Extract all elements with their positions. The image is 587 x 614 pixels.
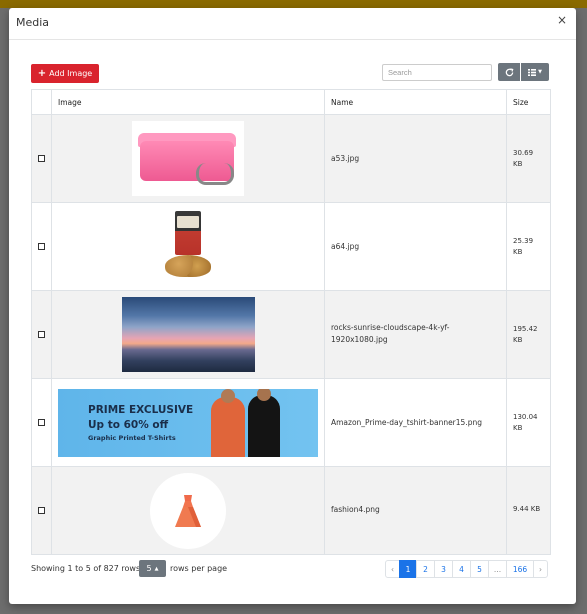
file-size: 30.69 KB <box>513 149 534 168</box>
header-name[interactable]: Name <box>324 90 506 114</box>
thumbnail-pink-case[interactable] <box>132 121 244 196</box>
page-166-button[interactable]: 166 <box>506 560 534 578</box>
file-size: 9.44 KB <box>513 505 541 513</box>
refresh-icon <box>505 67 513 76</box>
file-size: 195.42 KB <box>513 325 538 344</box>
rows-per-page-label: rows per page <box>170 564 228 573</box>
close-icon[interactable]: × <box>557 13 567 27</box>
header-image[interactable]: Image <box>51 90 324 114</box>
banner-line2: Up to 60% off <box>88 419 169 431</box>
image-cell <box>51 203 324 290</box>
pagination: ‹ 1 2 3 4 5 ... 166 › <box>385 560 548 578</box>
file-size: 130.04 KB <box>513 413 538 432</box>
caret-up-icon: ▲ <box>154 565 159 572</box>
prev-page-button[interactable]: ‹ <box>385 560 400 578</box>
file-size: 25.39 KB <box>513 237 534 256</box>
banner-line1: PRIME EXCLUSIVE <box>88 404 194 416</box>
row-checkbox[interactable] <box>38 507 45 514</box>
row-checkbox[interactable] <box>38 155 45 162</box>
media-table: Image Name Size a53.jpg 30.69 KB a64.jpg… <box>31 89 551 555</box>
page-ellipsis: ... <box>488 560 507 578</box>
chevron-down-icon: ▼ <box>538 69 542 75</box>
rows-per-page-dropdown[interactable]: 5 ▲ <box>139 560 166 577</box>
add-image-button[interactable]: + Add Image <box>31 64 99 83</box>
row-checkbox[interactable] <box>38 419 45 426</box>
media-modal: Media × + Add Image ▼ Image Name Size <box>9 8 576 604</box>
plus-icon: + <box>37 68 47 79</box>
pagination-info: Showing 1 to 5 of 827 rows <box>31 564 141 573</box>
columns-toggle-button[interactable]: ▼ <box>521 63 549 81</box>
thumbnail-sunrise[interactable] <box>122 297 255 372</box>
table-header-row: Image Name Size <box>32 90 550 115</box>
image-cell: PRIME EXCLUSIVE Up to 60% off Graphic Pr… <box>51 379 324 466</box>
next-page-button[interactable]: › <box>533 560 548 578</box>
page-4-button[interactable]: 4 <box>452 560 471 578</box>
refresh-button[interactable] <box>498 63 520 81</box>
modal-title: Media <box>16 16 50 29</box>
add-image-label: Add Image <box>49 69 93 78</box>
page-5-button[interactable]: 5 <box>470 560 489 578</box>
page-1-button[interactable]: 1 <box>399 560 417 578</box>
file-name: Amazon_Prime-day_tshirt-banner15.png <box>331 418 482 427</box>
page-2-button[interactable]: 2 <box>416 560 435 578</box>
file-name: a64.jpg <box>331 242 360 251</box>
table-row[interactable]: a64.jpg 25.39 KB <box>32 203 550 291</box>
table-row[interactable]: a53.jpg 30.69 KB <box>32 115 550 203</box>
page-3-button[interactable]: 3 <box>434 560 453 578</box>
row-checkbox[interactable] <box>38 331 45 338</box>
image-cell <box>51 291 324 378</box>
row-checkbox[interactable] <box>38 243 45 250</box>
dress-icon <box>175 495 201 527</box>
thumbnail-dress[interactable] <box>150 473 226 549</box>
header-size[interactable]: Size <box>506 90 550 114</box>
file-name: a53.jpg <box>331 154 360 163</box>
thumbnail-nut-pack[interactable] <box>161 209 215 285</box>
image-cell <box>51 467 324 554</box>
search-input[interactable] <box>382 64 492 81</box>
file-name: rocks-sunrise-cloudscape-4k-yf- 1920x1080… <box>331 323 450 344</box>
table-row[interactable]: fashion4.png 9.44 KB <box>32 467 550 554</box>
columns-grid-icon <box>528 68 537 76</box>
file-name: fashion4.png <box>331 505 380 514</box>
table-row[interactable]: PRIME EXCLUSIVE Up to 60% off Graphic Pr… <box>32 379 550 467</box>
page-top-bar <box>0 0 587 8</box>
thumbnail-tshirt-banner[interactable]: PRIME EXCLUSIVE Up to 60% off Graphic Pr… <box>58 389 318 457</box>
modal-header: Media × <box>9 8 576 40</box>
header-checkbox-cell <box>32 90 51 114</box>
banner-line3: Graphic Printed T-Shirts <box>88 434 176 442</box>
image-cell <box>51 115 324 202</box>
table-row[interactable]: rocks-sunrise-cloudscape-4k-yf- 1920x1080… <box>32 291 550 379</box>
